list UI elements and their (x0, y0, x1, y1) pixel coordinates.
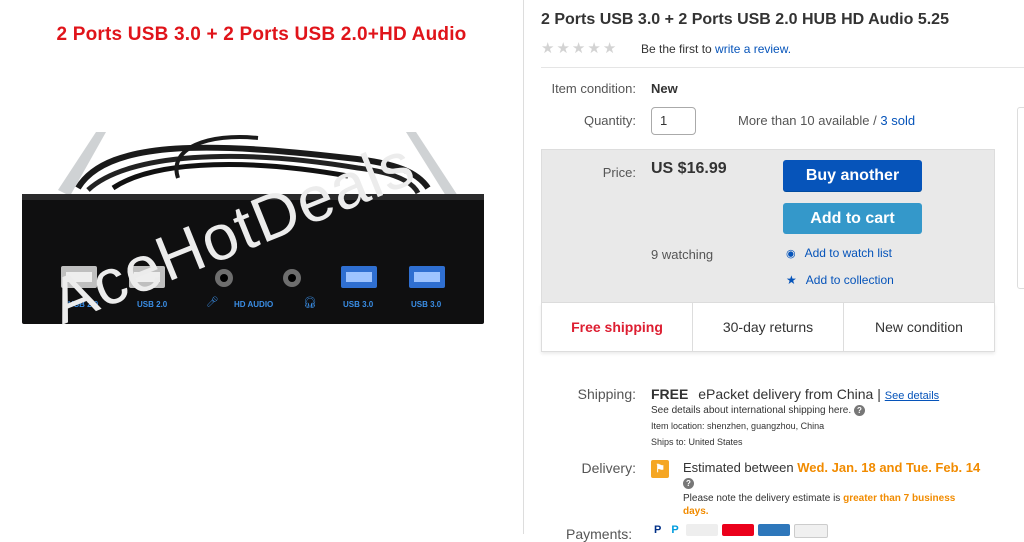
help-icon[interactable]: ? (853, 405, 865, 416)
star-icon: ★ (541, 40, 555, 57)
add-to-cart-button[interactable]: Add to cart (783, 203, 922, 234)
star-icon: ★ (587, 40, 601, 57)
returns-feature: 30-day returns (693, 303, 844, 351)
paypal-credit-icon: P (668, 524, 682, 536)
microphone-icon: 🎤︎ (206, 297, 219, 308)
delivery-note-text: Please note the delivery estimate is (683, 493, 841, 504)
quantity-input[interactable]: 1 (651, 107, 696, 135)
payments-label: Payments: (566, 526, 633, 542)
star-icon: ★ (571, 40, 586, 57)
write-review-link[interactable]: write a review. (715, 42, 791, 56)
shipping-free: FREE (651, 386, 689, 402)
watchlist-label: Add to watch list (804, 246, 892, 260)
condition-feature: New condition (875, 319, 963, 335)
mastercard-icon (721, 524, 754, 536)
shipping-summary: FREE ePacket delivery from China | See d… (651, 386, 939, 402)
amex-icon (757, 524, 790, 536)
sold-link[interactable]: 3 sold (880, 113, 915, 128)
free-shipping-feature: Free shipping (542, 303, 693, 351)
divider (541, 67, 1024, 68)
port-label: USB 3.0 (411, 300, 442, 309)
star-rating[interactable]: ★ ★ ★ ★ ★ (541, 41, 616, 56)
delivery-estimate: Estimated between Wed. Jan. 18 and Tue. … (683, 460, 993, 490)
delivery-label: Delivery: (581, 460, 636, 476)
product-image-banner: 2 Ports USB 3.0 + 2 Ports USB 2.0+HD Aud… (56, 24, 467, 45)
quantity-label: Quantity: (583, 113, 636, 128)
panel-divider (523, 0, 524, 534)
review-prompt: Be the first to write a review. (641, 42, 791, 56)
shipping-label: Shipping: (577, 386, 636, 402)
feature-row: Free shipping 30-day returns New conditi… (541, 303, 995, 352)
side-panel-edge (1017, 107, 1024, 289)
eye-icon: ◉ (786, 247, 796, 260)
product-image-panel[interactable]: 2 Ports USB 3.0 + 2 Ports USB 2.0+HD Aud… (0, 0, 523, 534)
star-icon: ★ (786, 273, 797, 287)
watching-count: 9 watching (651, 247, 714, 262)
listing-title: 2 Ports USB 3.0 + 2 Ports USB 2.0 HUB HD… (541, 11, 949, 28)
visa-icon (685, 524, 718, 536)
availability-text: More than 10 available / (738, 113, 877, 128)
shipping-method: ePacket delivery from China | (698, 386, 881, 402)
discover-icon (793, 524, 828, 538)
buy-another-button[interactable]: Buy another (783, 160, 922, 191)
paypal-icon: P (651, 524, 665, 536)
item-location: Item location: shenzhen, guangzhou, Chin… (651, 421, 825, 431)
condition-label: Item condition: (551, 81, 636, 96)
add-to-collection-link[interactable]: ★ Add to collection (786, 273, 894, 287)
add-to-watchlist-link[interactable]: ◉ Add to watch list (786, 246, 892, 260)
review-prefix: Be the first to (641, 42, 712, 56)
delivery-dates: Wed. Jan. 18 and Tue. Feb. 14 (797, 460, 981, 475)
collection-label: Add to collection (805, 273, 894, 287)
port-label: HD AUDIO (234, 300, 274, 309)
see-details-link[interactable]: See details (885, 390, 939, 402)
intl-shipping-note: See details about international shipping… (651, 405, 865, 416)
delivery-flag-icon: ⚑ (651, 460, 669, 478)
headphone-icon: 🎧︎ (303, 297, 317, 309)
help-icon[interactable]: ? (683, 478, 694, 490)
star-icon: ★ (602, 40, 617, 57)
delivery-note: Please note the delivery estimate is gre… (683, 492, 983, 518)
price-label: Price: (602, 165, 636, 180)
price-value: US $16.99 (651, 160, 727, 177)
availability: More than 10 available / 3 sold (738, 113, 915, 128)
condition-value: New (651, 81, 678, 96)
payment-methods: P P (651, 524, 828, 538)
port-label: USB 3.0 (343, 300, 374, 309)
ships-to: Ships to: United States (651, 437, 743, 447)
delivery-prefix: Estimated between (683, 460, 794, 475)
star-icon: ★ (556, 40, 570, 57)
intl-note-text: See details about international shipping… (651, 405, 852, 417)
